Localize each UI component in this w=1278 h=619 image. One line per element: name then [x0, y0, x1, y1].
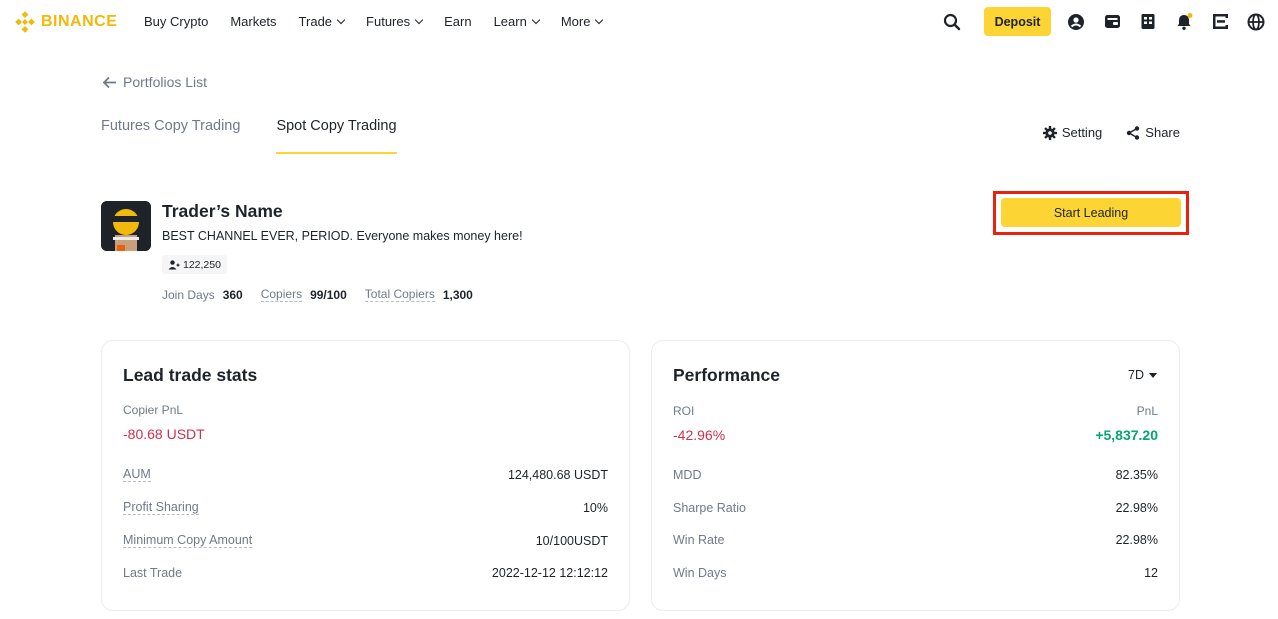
- binance-logo[interactable]: BINANCE: [14, 11, 117, 33]
- main-nav: Buy Crypto Markets Trade Futures Earn Le…: [144, 0, 624, 43]
- min-copy-value: 10/100USDT: [535, 533, 608, 548]
- logo-text: BINANCE: [41, 13, 118, 30]
- stats-row-aum: AUM 124,480.68 USDT: [123, 467, 608, 482]
- sharpe-value: 22.98%: [1115, 501, 1158, 515]
- gear-icon: [1042, 125, 1057, 140]
- download-icon[interactable]: [1210, 12, 1230, 32]
- deposit-button[interactable]: Deposit: [984, 7, 1051, 36]
- performance-card: Performance 7D ROI -42.96% PnL +5,837.20…: [651, 340, 1180, 611]
- copier-pnl-value: -80.68 USDT: [123, 426, 205, 442]
- globe-icon[interactable]: [1246, 12, 1266, 32]
- sharpe-label: Sharpe Ratio: [673, 501, 746, 515]
- nav-label: Trade: [298, 14, 333, 29]
- followers-count: 122,250: [183, 258, 221, 271]
- perf-row-mdd: MDD 82.35%: [673, 468, 1158, 482]
- aum-value: 124,480.68 USDT: [507, 467, 608, 482]
- users-icon: [168, 259, 180, 269]
- nav-label: Buy Crypto: [144, 14, 209, 29]
- chevron-down-icon: [414, 15, 424, 25]
- nav-earn[interactable]: Earn: [444, 14, 471, 29]
- caret-down-icon: [1149, 372, 1157, 378]
- copiers-value: 99/100: [310, 287, 347, 302]
- user-icon[interactable]: [1066, 12, 1086, 32]
- perf-row-sharpe: Sharpe Ratio 22.98%: [673, 501, 1158, 515]
- last-trade-label: Last Trade: [123, 566, 183, 580]
- join-days-label: Join Days: [162, 287, 215, 302]
- start-leading-button[interactable]: Start Leading: [1001, 198, 1181, 227]
- share-icon: [1127, 125, 1140, 140]
- profit-sharing-label[interactable]: Profit Sharing: [123, 500, 199, 515]
- roi-label: ROI: [673, 404, 695, 418]
- nav-buy-crypto[interactable]: Buy Crypto: [144, 14, 208, 29]
- top-nav-bar: BINANCE Buy Crypto Markets Trade Futures…: [0, 0, 1278, 43]
- wallet-icon[interactable]: [1102, 12, 1122, 32]
- perf-row-win-rate: Win Rate 22.98%: [673, 533, 1158, 547]
- stats-row-last-trade: Last Trade 2022-12-12 12:12:12: [123, 566, 608, 580]
- nav-trade[interactable]: Trade: [298, 14, 346, 29]
- mdd-value: 82.35%: [1115, 468, 1158, 482]
- performance-title: Performance: [673, 365, 780, 385]
- copy-trading-tabs: Futures Copy Trading Spot Copy Trading: [101, 118, 433, 154]
- nav-more[interactable]: More: [560, 14, 604, 29]
- trader-bio: BEST CHANNEL EVER, PERIOD. Everyone make…: [162, 229, 523, 243]
- stats-row-min-copy: Minimum Copy Amount 10/100USDT: [123, 533, 608, 548]
- join-days-value: 360: [222, 287, 243, 302]
- orders-icon[interactable]: [1138, 12, 1158, 32]
- trader-avatar: [101, 201, 151, 251]
- win-rate-value: 22.98%: [1115, 533, 1158, 547]
- nav-label: Markets: [230, 14, 277, 29]
- tab-spot-copy-trading[interactable]: Spot Copy Trading: [276, 118, 397, 154]
- total-copiers-label[interactable]: Total Copiers: [364, 287, 435, 302]
- lead-stats-title: Lead trade stats: [123, 365, 258, 385]
- perf-row-win-days: Win Days 12: [673, 566, 1158, 580]
- arrow-left-icon: [102, 76, 116, 88]
- stats-row-profit-sharing: Profit Sharing 10%: [123, 500, 608, 515]
- setting-label: Setting: [1061, 125, 1103, 140]
- copiers-label[interactable]: Copiers: [260, 287, 303, 302]
- period-select[interactable]: 7D: [1128, 368, 1157, 382]
- back-to-portfolios-link[interactable]: Portfolios List: [102, 74, 207, 90]
- mdd-label: MDD: [673, 468, 702, 482]
- search-icon[interactable]: [942, 12, 962, 32]
- chevron-down-icon: [531, 15, 541, 25]
- nav-learn[interactable]: Learn: [493, 14, 541, 29]
- win-days-value: 12: [1144, 566, 1158, 580]
- back-label: Portfolios List: [123, 74, 208, 90]
- pnl-value: +5,837.20: [1095, 427, 1158, 443]
- copier-pnl-label: Copier PnL: [123, 403, 184, 417]
- followers-badge: 122,250: [162, 255, 227, 274]
- last-trade-value: 2022-12-12 12:12:12: [491, 566, 608, 580]
- share-button[interactable]: Share: [1126, 125, 1180, 140]
- win-days-label: Win Days: [673, 566, 727, 580]
- header-actions: Deposit: [942, 0, 1278, 43]
- nav-label: More: [560, 14, 591, 29]
- chevron-down-icon: [595, 15, 604, 25]
- share-label: Share: [1145, 125, 1180, 140]
- setting-button[interactable]: Setting: [1042, 125, 1103, 140]
- chevron-down-icon: [336, 15, 346, 25]
- pnl-label: PnL: [1136, 404, 1158, 418]
- period-value: 7D: [1128, 368, 1144, 382]
- trader-name: Trader’s Name: [162, 201, 283, 221]
- binance-logo-icon: [15, 11, 35, 33]
- profit-sharing-value: 10%: [582, 500, 608, 515]
- roi-value: -42.96%: [673, 427, 726, 443]
- portfolio-actions: Setting Share: [1042, 125, 1180, 140]
- trader-meta: Join Days 360 Copiers 99/100 Total Copie…: [162, 287, 491, 302]
- win-rate-label: Win Rate: [673, 533, 725, 547]
- nav-label: Learn: [493, 14, 527, 29]
- min-copy-label[interactable]: Minimum Copy Amount: [123, 533, 253, 548]
- nav-futures[interactable]: Futures: [366, 14, 424, 29]
- total-copiers-value: 1,300: [442, 287, 473, 302]
- nav-markets[interactable]: Markets: [230, 14, 276, 29]
- bell-icon[interactable]: [1174, 12, 1194, 32]
- nav-label: Futures: [366, 14, 411, 29]
- aum-label[interactable]: AUM: [123, 467, 151, 482]
- tab-futures-copy-trading[interactable]: Futures Copy Trading: [101, 118, 240, 154]
- nav-label: Earn: [444, 14, 472, 29]
- lead-trade-stats-card: Lead trade stats Copier PnL -80.68 USDT …: [101, 340, 630, 611]
